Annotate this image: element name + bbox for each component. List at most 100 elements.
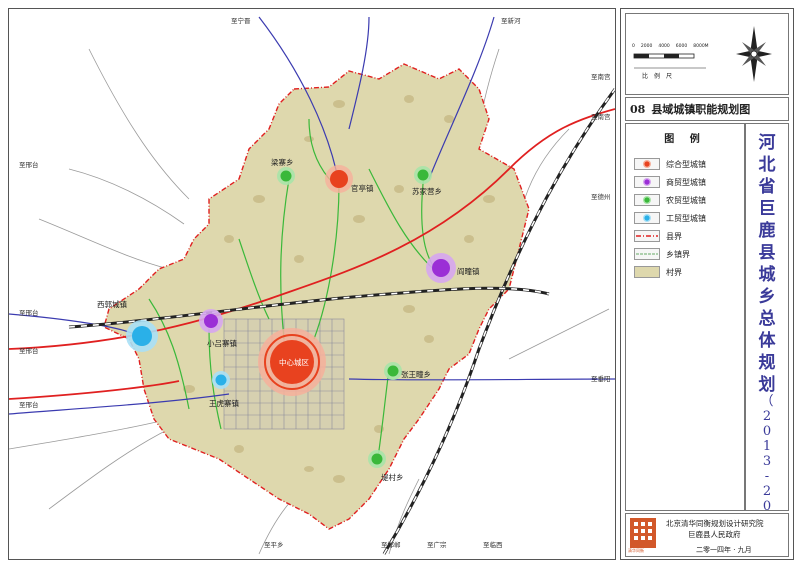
title-char: 巨 xyxy=(758,199,776,219)
label-to-pingxiang: 至平乡 xyxy=(264,541,284,549)
legend-item-township-border: 乡镇界 xyxy=(634,248,690,260)
legend-label: 县界 xyxy=(666,231,682,241)
organization-name: 北京清华同衡规划设计研究院 xyxy=(666,519,764,528)
plan-title-vertical: 河 北 省 巨 鹿 县 城 乡 总 体 规 划 （ 2 0 1 3 - 2 0 xyxy=(745,123,789,559)
town-label-xiaolv: 小吕寨镇 xyxy=(207,338,237,348)
scale-ticks: 0 2000 4000 6000 8000M xyxy=(632,44,709,49)
town-label-yantuan: 阎疃镇 xyxy=(457,266,480,276)
legend-item-agri: 农贸型城镇 xyxy=(634,194,706,206)
town-symbol-yantuan[interactable] xyxy=(426,253,456,283)
period-char: 0 xyxy=(762,424,772,439)
county-border-icon xyxy=(634,230,660,242)
sheet-title-text: 县域城镇职能规划图 xyxy=(651,103,751,116)
town-symbol-xiaolvzhai[interactable] xyxy=(199,309,223,333)
period-char: （ xyxy=(760,394,774,409)
period-char: 2 xyxy=(762,409,772,424)
legend-item-village-border: 村界 xyxy=(634,266,682,278)
title-char: 总 xyxy=(758,309,776,329)
label-to-guangzong: 至广宗 xyxy=(427,540,447,549)
map-area: 至宁晋 至新河 至南宫 至南宫 至邢台 至德州 至邢台 至邢台 至邢台 至垂阳 … xyxy=(8,8,616,560)
industrial-town-icon xyxy=(634,212,660,224)
label-to-xingtai-2: 至邢台 xyxy=(19,308,39,317)
town-label-sujiaying: 苏家营乡 xyxy=(412,186,442,196)
label-to-xingtai-1: 至邢台 xyxy=(19,160,39,169)
village-border-icon xyxy=(634,266,660,278)
title-char: 规 xyxy=(758,353,776,373)
agri-town-icon xyxy=(634,194,660,206)
town-symbol-liangzhai[interactable] xyxy=(277,167,295,185)
title-char: 乡 xyxy=(758,287,776,307)
government-name: 巨鹿县人民政府 xyxy=(688,530,741,539)
town-symbol-xiguo[interactable] xyxy=(126,320,158,352)
title-char: 县 xyxy=(758,243,776,263)
period-char: - xyxy=(764,469,770,484)
town-label-tizhuang: 堤村乡 xyxy=(381,472,404,482)
town-label-guanting: 官亭镇 xyxy=(351,183,374,193)
label-to-qingyang: 至垂阳 xyxy=(591,374,611,383)
town-label-xiguo: 西郭城镇 xyxy=(97,299,127,309)
county-area xyxy=(103,63,530,530)
town-label-zhangwangtuan: 张王疃乡 xyxy=(401,369,431,379)
town-symbol-sujiaying[interactable] xyxy=(414,166,432,184)
legend: 图 例 综合型城镇 商贸型城镇 农贸型城镇 工贸型城镇 县界 乡镇界 村界 xyxy=(625,123,745,511)
legend-label: 乡镇界 xyxy=(666,249,690,259)
label-to-nangong-top: 至南宫 xyxy=(591,72,611,81)
label-to-xinhe: 至新河 xyxy=(501,16,521,25)
town-symbol-zhangwangtuan[interactable] xyxy=(384,362,402,380)
label-to-handan: 至邯郸 xyxy=(381,541,401,549)
label-to-xingtai-4: 至邢台 xyxy=(19,400,39,409)
plan-date: 二零一四年 · 九月 xyxy=(696,546,752,554)
organization-logo xyxy=(630,518,656,548)
title-char: 体 xyxy=(758,331,776,351)
period-char: 0 xyxy=(762,499,772,514)
period-char: 2 xyxy=(762,484,772,499)
legend-label: 村界 xyxy=(666,267,682,277)
organization-logo-text: 清华同衡 xyxy=(628,548,644,553)
scale-tick: 4000 xyxy=(658,44,670,49)
scale-tick: 8000M xyxy=(693,44,709,49)
label-to-xingtai-3: 至邢台 xyxy=(19,346,39,355)
side-panel: 0 2000 4000 6000 8000M 比 例 尺 08 县域城镇职能规划… xyxy=(620,8,794,560)
legend-item-industrial: 工贸型城镇 xyxy=(634,212,706,224)
legend-heading: 图 例 xyxy=(664,134,706,145)
scale-tick: 6000 xyxy=(675,44,688,49)
title-char: 城 xyxy=(758,265,776,285)
period-char: 1 xyxy=(762,439,772,454)
scale-panel: 0 2000 4000 6000 8000M 比 例 尺 xyxy=(625,13,789,95)
map-sheet: 至宁晋 至新河 至南宫 至南宫 至邢台 至德州 至邢台 至邢台 至邢台 至垂阳 … xyxy=(0,0,800,566)
title-char: 省 xyxy=(758,177,776,197)
title-char: 划 xyxy=(758,375,776,395)
plan-title-main: 河 北 省 巨 鹿 县 城 乡 总 体 规 划 xyxy=(746,132,788,396)
title-char: 河 xyxy=(758,133,776,153)
label-to-linxi: 至临西 xyxy=(483,540,503,549)
title-char: 鹿 xyxy=(758,221,776,241)
label-to-ningjin: 至宁晋 xyxy=(231,16,251,25)
town-symbol-ticun[interactable] xyxy=(368,450,386,468)
township-border-icon xyxy=(634,248,660,260)
organization-block: 清华同衡 北京清华同衡规划设计研究院 巨鹿县人民政府 二零一四年 · 九月 xyxy=(625,513,789,557)
legend-label: 综合型城镇 xyxy=(666,159,706,169)
town-symbol-guanting[interactable] xyxy=(325,165,353,193)
legend-label: 商贸型城镇 xyxy=(666,177,706,187)
legend-item-county-border: 县界 xyxy=(634,230,682,242)
sheet-title: 08 县域城镇职能规划图 xyxy=(625,97,789,121)
town-symbol-wanghuzhai[interactable] xyxy=(212,371,230,389)
town-label-liangzhai: 梁寨乡 xyxy=(271,157,294,167)
commercial-town-icon xyxy=(634,176,660,188)
town-label-zhongxin: 中心城区 xyxy=(279,357,309,367)
label-to-nangong-2: 至南宫 xyxy=(591,112,611,121)
sheet-number: 08 xyxy=(630,102,646,116)
county-map: 至宁晋 至新河 至南宫 至南宫 至邢台 至德州 至邢台 至邢台 至邢台 至垂阳 … xyxy=(9,16,615,555)
period-char: 3 xyxy=(762,454,772,469)
legend-label: 农贸型城镇 xyxy=(666,195,706,205)
label-to-dezhou: 至德州 xyxy=(591,192,611,201)
legend-item-composite: 综合型城镇 xyxy=(634,158,706,170)
scale-tick: 0 xyxy=(632,44,635,49)
legend-label: 工贸型城镇 xyxy=(666,213,706,223)
composite-town-icon xyxy=(634,158,660,170)
compass-icon xyxy=(736,26,772,82)
legend-item-commercial: 商贸型城镇 xyxy=(634,176,706,188)
town-label-wanghu: 王虎寨镇 xyxy=(209,398,239,408)
scale-tick: 2000 xyxy=(640,44,653,49)
title-char: 北 xyxy=(758,155,776,175)
